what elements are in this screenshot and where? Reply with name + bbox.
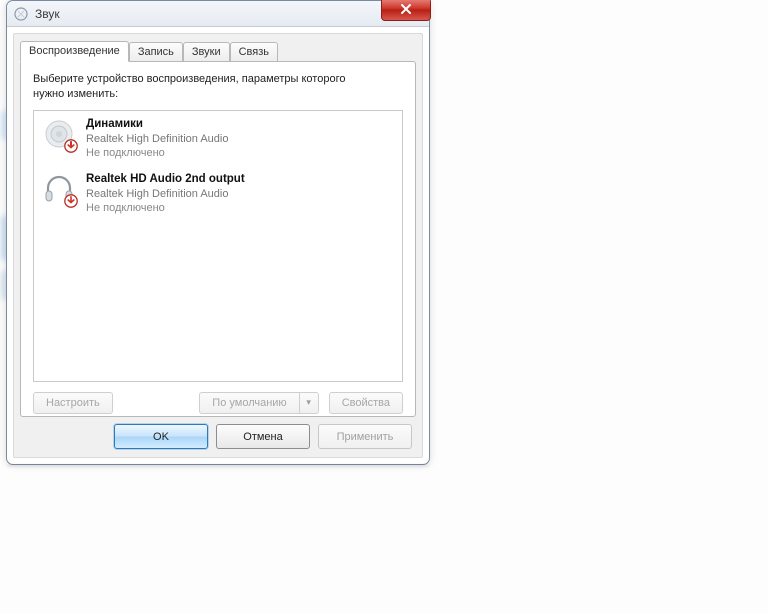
tab-communications[interactable]: Связь [230,42,278,62]
disconnected-overlay-icon [64,194,78,208]
window-title: Звук [35,7,60,21]
device-text: Realtek HD Audio 2nd output Realtek High… [86,172,245,216]
set-default-dropdown[interactable]: ▾ [300,392,319,414]
sound-dialog: Звук Воспроизведение Запись Звуки Связь … [6,0,430,465]
close-icon [400,3,412,15]
device-driver: Realtek High Definition Audio [86,187,245,201]
properties-button[interactable]: Свойства [329,392,403,414]
set-default-split: По умолчанию ▾ [199,392,318,414]
configure-button[interactable]: Настроить [33,392,113,414]
device-name: Realtek HD Audio 2nd output [86,172,245,187]
instruction-line: нужно изменить: [33,88,118,100]
device-status: Не подключено [86,146,228,160]
device-name: Динамики [86,117,228,132]
headphones-icon [42,172,76,206]
sound-app-icon [13,6,29,22]
tab-recording[interactable]: Запись [129,42,183,62]
spacer [123,392,190,414]
titlebar[interactable]: Звук [7,1,429,27]
device-text: Динамики Realtek High Definition Audio Н… [86,117,228,161]
tab-strip: Воспроизведение Запись Звуки Связь [14,34,422,61]
ok-button[interactable]: OK [114,424,208,449]
device-item-headphones[interactable]: Realtek HD Audio 2nd output Realtek High… [34,166,402,222]
speaker-icon [42,117,76,151]
device-status: Не подключено [86,201,245,215]
device-driver: Realtek High Definition Audio [86,132,228,146]
chevron-down-icon: ▾ [306,397,311,408]
device-item-speakers[interactable]: Динамики Realtek High Definition Audio Н… [34,111,402,167]
tab-playback[interactable]: Воспроизведение [20,41,129,62]
cancel-button[interactable]: Отмена [216,424,310,449]
set-default-button[interactable]: По умолчанию [199,392,299,414]
client-area: Воспроизведение Запись Звуки Связь Выбер… [13,33,423,458]
instruction-line: Выберите устройство воспроизведения, пар… [33,73,345,85]
device-list[interactable]: Динамики Realtek High Definition Audio Н… [33,110,403,382]
instruction-text: Выберите устройство воспроизведения, пар… [33,72,403,102]
tab-sounds[interactable]: Звуки [183,42,230,62]
tab-page-playback: Выберите устройство воспроизведения, пар… [20,61,416,417]
apply-button[interactable]: Применить [318,424,412,449]
close-button[interactable] [381,0,431,21]
device-action-row: Настроить По умолчанию ▾ Свойства [33,392,403,414]
dialog-button-row: OK Отмена Применить [114,424,412,449]
disconnected-overlay-icon [64,139,78,153]
